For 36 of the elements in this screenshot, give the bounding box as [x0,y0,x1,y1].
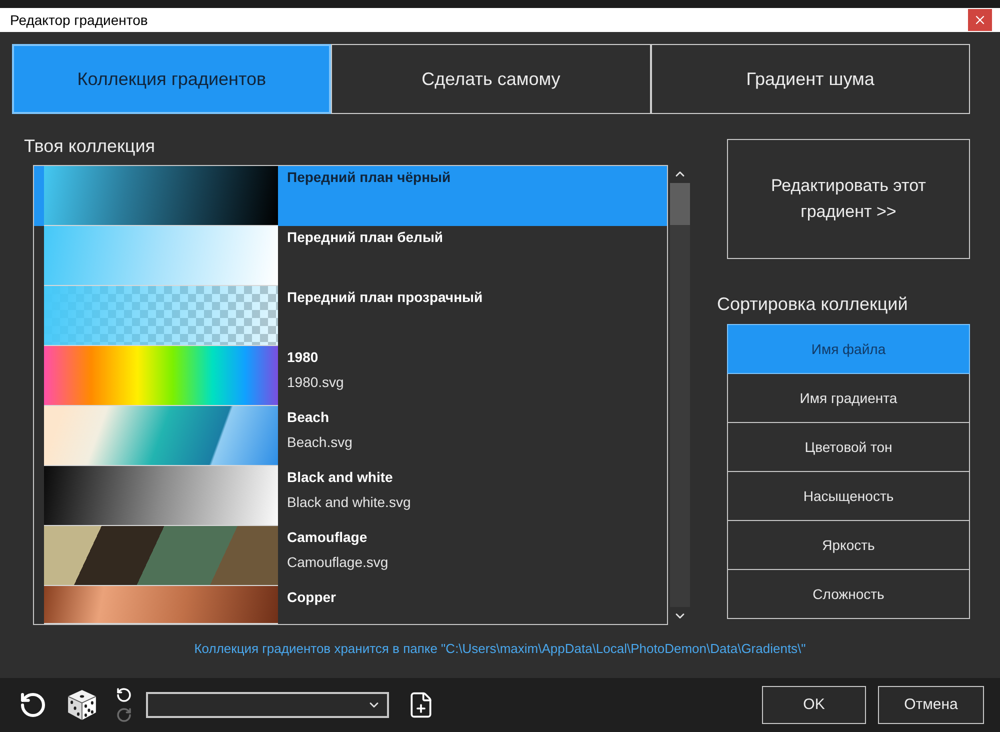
tab[interactable]: Сделать самому [331,44,651,114]
undo-icon[interactable] [116,687,132,703]
gradient-name: Black and white [287,468,393,486]
ok-button[interactable]: OK [762,686,866,724]
sort-option[interactable]: Цветовой тон [727,422,970,472]
tab[interactable]: Коллекция градиентов [12,44,332,114]
file-name: Camouflage.svg [287,553,388,571]
gradient-name: Передний план белый [287,228,444,246]
reset-icon[interactable] [19,691,47,719]
scrollbar-thumb[interactable] [670,183,690,225]
section-title: Твоя коллекция [24,136,156,156]
sort-option[interactable]: Сложность [727,569,970,619]
gradient-name: Передний план чёрный [287,168,451,186]
file-name: 1980.svg [287,373,344,391]
close-button[interactable] [968,9,992,31]
cancel-button[interactable]: Отмена [878,686,984,724]
sort-option[interactable]: Имя градиента [727,373,970,423]
gradient-name: 1980 [287,348,318,366]
sort-option[interactable]: Яркость [727,520,970,570]
sort-option[interactable]: Насыщеность [727,471,970,521]
window-title: Редактор градиентов [10,10,148,30]
gradient-name: Передний план прозрачный [287,288,483,306]
section-title: Сортировка коллекций [717,294,909,314]
folder-path-note: Коллекция градиентов хранится в папке "C:\Users\maxim\AppData\Local\PhotoDemon\Data\Gradients\" [194,640,806,658]
gradient-name: Beach [287,408,330,426]
tab[interactable]: Градиент шума [650,44,970,114]
file-name: Black and white.svg [287,493,411,511]
dice-icon[interactable] [68,690,96,720]
gradient-name: Camouflage [287,528,368,546]
edit-gradient-button[interactable]: Редактировать этот градиент >> [727,139,970,259]
file-name: Beach.svg [287,433,352,451]
gradient-name: Copper [287,588,336,606]
preset-dropdown[interactable] [146,692,389,718]
sort-option[interactable]: Имя файла [727,324,970,374]
gradient-list-item[interactable]: Передний план чёрный [34,166,668,226]
close-icon [973,13,987,27]
